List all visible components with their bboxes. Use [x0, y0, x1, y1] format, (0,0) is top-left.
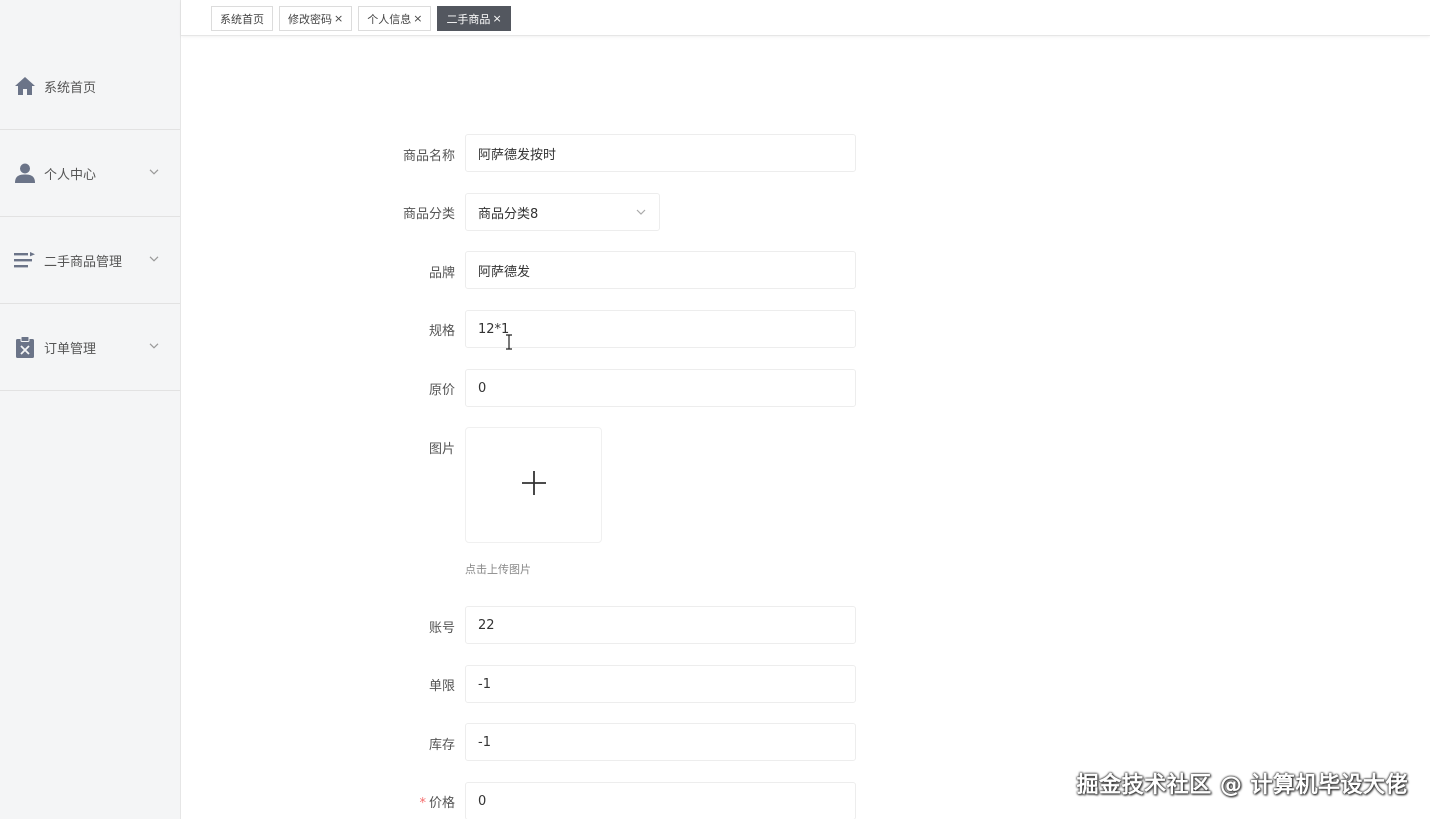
field-label: 图片	[428, 442, 455, 457]
limit-input[interactable]: -1	[465, 665, 856, 703]
sidebar-item-label: 个人中心	[44, 167, 97, 183]
price-input[interactable]: 0	[465, 782, 856, 819]
sidebar-menu: 系统首页 个人中心 二手商品管理 订单管理	[0, 43, 180, 391]
app-window: 系统首页 个人中心 二手商品管理 订单管理 系统首页 修改密码 × 个人信息 ×…	[0, 0, 1430, 819]
account-input[interactable]: 22	[465, 606, 856, 644]
chevron-down-icon	[148, 340, 160, 352]
chevron-down-icon	[148, 166, 160, 178]
field-label: 商品分类	[402, 207, 455, 222]
upload-hint: 点击上传图片	[465, 563, 531, 576]
sidebar-item-personal-center[interactable]: 个人中心	[0, 130, 180, 217]
sidebar: 系统首页 个人中心 二手商品管理 订单管理	[0, 0, 181, 819]
field-label: 品牌	[428, 266, 455, 281]
list-icon	[14, 249, 36, 271]
required-mark: *	[419, 796, 426, 811]
field-label: 库存	[428, 738, 455, 753]
spec-input[interactable]: 12*1	[465, 310, 856, 348]
field-label: 商品名称	[402, 149, 455, 164]
field-label-text: 价格	[428, 796, 455, 811]
image-upload-button[interactable]	[465, 427, 602, 543]
brand-input[interactable]: 阿萨德发	[465, 251, 856, 289]
watermark: 掘金技术社区 @ 计算机毕设大佬	[1076, 773, 1408, 798]
field-label: 原价	[428, 383, 455, 398]
stock-input[interactable]: -1	[465, 723, 856, 761]
original-price-input[interactable]: 0	[465, 369, 856, 407]
sidebar-item-order-management[interactable]: 订单管理	[0, 304, 180, 391]
select-value: 商品分类8	[478, 206, 539, 222]
field-label: 账号	[428, 621, 455, 636]
close-icon[interactable]: ×	[334, 12, 343, 25]
tab-home[interactable]: 系统首页	[211, 6, 273, 31]
goods-edit-form: 商品名称 阿萨德发按时 商品分类 商品分类8 品牌 阿萨德发 规格 12*1 原…	[370, 0, 890, 819]
text-cursor-icon	[505, 334, 513, 350]
chevron-down-icon	[635, 206, 647, 218]
tab-label: 系统首页	[220, 12, 264, 26]
field-label: 单限	[428, 679, 455, 694]
goods-category-select[interactable]: 商品分类8	[465, 193, 660, 231]
goods-name-input[interactable]: 阿萨德发按时	[465, 134, 856, 172]
field-label: 规格	[428, 324, 455, 339]
field-label: * 价格	[419, 792, 455, 811]
clipboard-x-icon	[14, 336, 36, 358]
home-icon	[14, 75, 36, 97]
sidebar-item-label: 系统首页	[44, 80, 97, 96]
user-icon	[14, 162, 36, 184]
sidebar-item-secondhand-goods[interactable]: 二手商品管理	[0, 217, 180, 304]
chevron-down-icon	[148, 253, 160, 265]
sidebar-item-label: 订单管理	[44, 341, 97, 357]
tab-label: 修改密码	[288, 12, 332, 26]
tab-change-password[interactable]: 修改密码 ×	[279, 6, 353, 31]
plus-icon	[520, 469, 548, 501]
sidebar-item-label: 二手商品管理	[44, 254, 123, 270]
sidebar-item-home[interactable]: 系统首页	[0, 43, 180, 130]
